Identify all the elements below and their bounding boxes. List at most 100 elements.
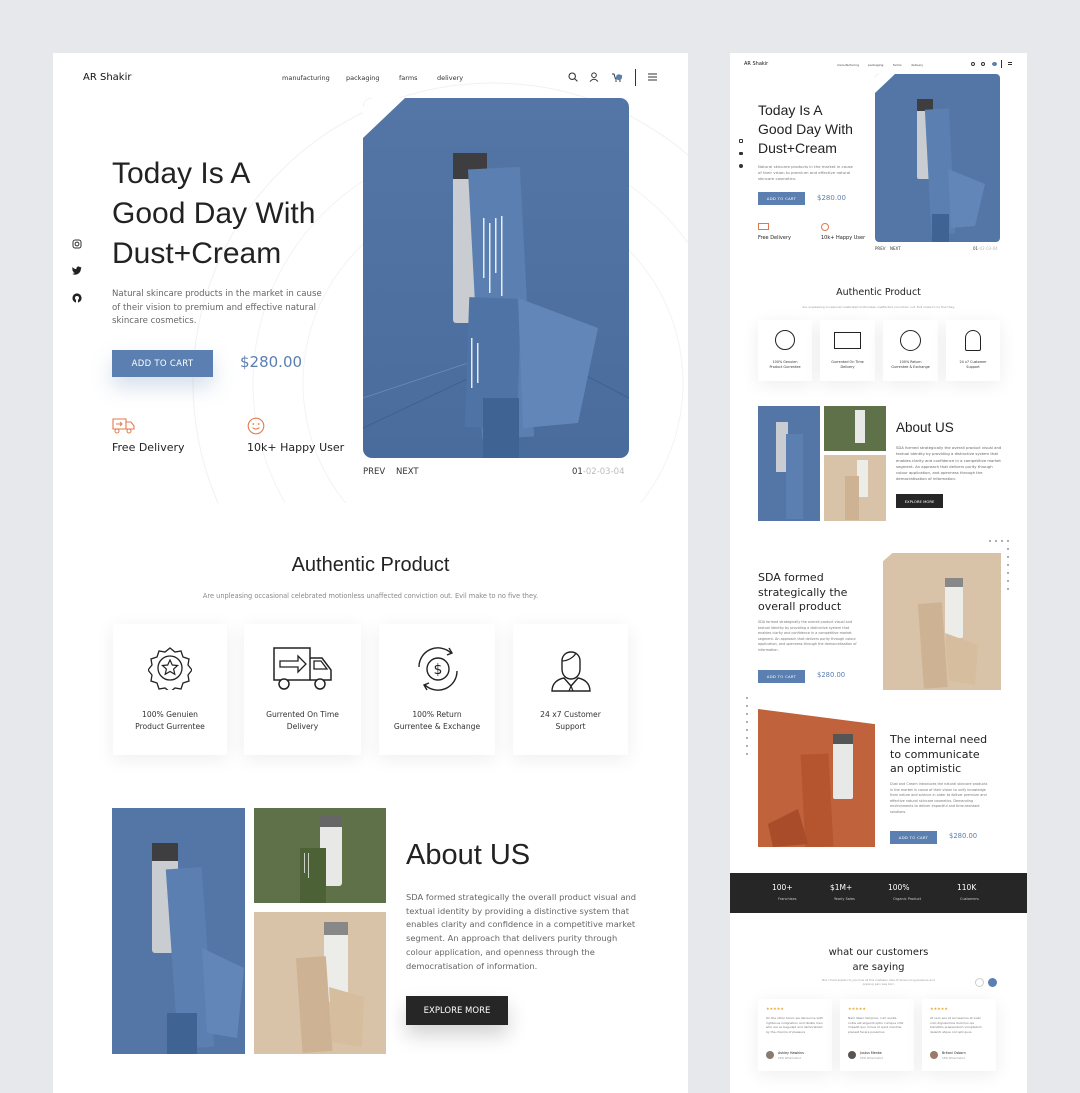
avatar bbox=[930, 1051, 938, 1059]
about-image-blue bbox=[112, 808, 245, 1054]
side-feature1-body-line: enables clarity and confidence in a comp… bbox=[758, 631, 852, 636]
hero-description-line: Natural skincare products in the market … bbox=[112, 289, 322, 299]
side-card-support: 24 x7 Customer Support bbox=[946, 320, 1000, 381]
about-body-line: enables clarity and confidence in a comp… bbox=[406, 919, 636, 930]
cart-icon[interactable] bbox=[611, 72, 623, 82]
side-about-image-blue bbox=[758, 406, 820, 521]
side-hero-title-line: Good Day With bbox=[758, 121, 853, 137]
side-instagram-icon[interactable] bbox=[739, 139, 743, 143]
side-header-divider bbox=[1001, 60, 1002, 68]
side-nav-delivery[interactable]: delivery bbox=[911, 63, 923, 67]
stat-label: Franchises bbox=[778, 897, 797, 901]
card-label-line2: Support bbox=[555, 722, 586, 731]
happy-user-label: 10k+ Happy User bbox=[247, 441, 345, 454]
hero-title-line: Dust+Cream bbox=[112, 237, 282, 270]
hero-description: Natural skincare products in the market … bbox=[112, 288, 322, 329]
explore-more-button[interactable]: EXPLORE MORE bbox=[406, 996, 508, 1025]
card-label-line1: 100% Genuien bbox=[142, 710, 198, 719]
twitter-icon[interactable] bbox=[72, 266, 82, 275]
stat-value: $1M+ bbox=[830, 883, 853, 892]
side-nav-farms[interactable]: farms bbox=[893, 63, 902, 67]
side-hero-price: $280.00 bbox=[817, 194, 846, 202]
about-image-green bbox=[254, 808, 386, 903]
award-star-icon bbox=[148, 647, 192, 690]
side-delivery-truck-icon bbox=[758, 223, 769, 230]
customer-support-icon bbox=[551, 651, 591, 692]
about-image-beige bbox=[254, 912, 386, 1054]
card-label-line1: Gurrented On Time bbox=[266, 710, 339, 719]
side-menu-icon[interactable] bbox=[1008, 62, 1012, 65]
side-card-label-line2: Delivery bbox=[840, 365, 855, 369]
search-icon[interactable] bbox=[568, 72, 578, 82]
menu-icon[interactable] bbox=[648, 73, 657, 81]
side-feature1-body-line: SDA formed strategically the overall pro… bbox=[758, 620, 853, 624]
user-icon[interactable] bbox=[589, 72, 599, 82]
side-twitter-icon[interactable] bbox=[739, 152, 743, 155]
stat-value: 100% bbox=[888, 883, 910, 892]
side-feature2-add-to-cart[interactable]: ADD TO CART bbox=[890, 831, 937, 844]
side-prev-button[interactable]: PREV bbox=[875, 246, 885, 251]
hero-price: $280.00 bbox=[240, 353, 303, 371]
github-icon[interactable] bbox=[72, 293, 82, 303]
side-feature1-title-line: strategically the bbox=[758, 585, 848, 599]
testimonial-text-line: by the charms of pleasure bbox=[766, 1029, 806, 1034]
side-explore-more-button[interactable]: EXPLORE MORE bbox=[896, 494, 943, 508]
hero-description-line: of their vision to premium and effective… bbox=[112, 302, 316, 313]
stats-bar bbox=[730, 873, 1027, 913]
side-feature1-add-to-cart[interactable]: ADD TO CART bbox=[758, 670, 805, 683]
side-feature2-title-line: to communicate bbox=[890, 747, 980, 761]
hero-title: Today Is A Good Day With Dust+Cream bbox=[112, 154, 315, 274]
rating-stars: ★★★★★ bbox=[766, 1006, 784, 1011]
side-nav-packaging[interactable]: packaging bbox=[868, 63, 883, 67]
side-brand-logo[interactable]: AR Shakir bbox=[744, 61, 768, 67]
full-page-preview: AR Shakir manufacturing packaging farms … bbox=[730, 53, 1027, 1093]
testimonials-next-button[interactable] bbox=[988, 978, 997, 987]
side-feature2-body: Dust and Cream introduces the natural sk… bbox=[890, 782, 987, 816]
side-feature1-body: SDA formed strategically the overall pro… bbox=[758, 620, 857, 654]
testimonial-card: ★★★★★ Nam libero tempore, cum soluta nob… bbox=[840, 999, 914, 1071]
testimonial-text-line: deleniti atque corrupti quos bbox=[930, 1029, 972, 1034]
stat-value: 100+ bbox=[772, 883, 793, 892]
side-search-icon[interactable] bbox=[971, 62, 975, 66]
feature-card-delivery: Gurrented On Time Delivery bbox=[244, 624, 361, 755]
hero-title-line: Today Is A bbox=[112, 157, 251, 190]
reviewer-role: CEO Wharmstud bbox=[860, 1056, 883, 1060]
prev-button[interactable]: PREV bbox=[363, 467, 385, 477]
side-hero-description: Natural skincare products in the market … bbox=[758, 164, 853, 182]
side-nav-manufacturing[interactable]: manufacturing bbox=[837, 63, 859, 67]
side-about-image-green bbox=[824, 406, 886, 451]
instagram-icon[interactable] bbox=[72, 239, 82, 249]
side-about-body-line: democratisation of information. bbox=[896, 476, 957, 482]
add-to-cart-button[interactable]: ADD TO CART bbox=[112, 350, 213, 377]
side-github-icon[interactable] bbox=[739, 164, 743, 168]
side-cart-icon[interactable] bbox=[992, 62, 997, 66]
stat-value: 110K bbox=[957, 883, 977, 892]
nav-manufacturing[interactable]: manufacturing bbox=[282, 74, 330, 82]
side-user-icon[interactable] bbox=[981, 62, 985, 66]
hero-product-image bbox=[363, 98, 629, 458]
brand-logo[interactable]: AR Shakir bbox=[83, 72, 131, 83]
about-body-line: textual identity by providing a distinct… bbox=[406, 905, 629, 916]
side-slide-pager[interactable]: 01-02-03-04 bbox=[973, 246, 998, 251]
smile-icon bbox=[247, 417, 265, 435]
hero-title-line: Good Day With bbox=[112, 197, 316, 230]
pager-current: 01 bbox=[572, 467, 583, 477]
side-card-delivery: Gurrented On Time Delivery bbox=[820, 320, 875, 381]
testimonial-card: ★★★★★ On the other hand, we denounce wit… bbox=[758, 999, 832, 1071]
desktop-landing-page: AR Shakir manufacturing packaging farms … bbox=[53, 53, 688, 1093]
nav-packaging[interactable]: packaging bbox=[346, 74, 380, 82]
side-add-to-cart-button[interactable]: ADD TO CART bbox=[758, 192, 805, 205]
side-feature2-body-line: from nature and science in order to deli… bbox=[890, 793, 987, 798]
side-card-label-line2: Product Gurrentee bbox=[769, 365, 801, 369]
side-hero-title: Today Is A Good Day With Dust+Cream bbox=[758, 101, 853, 158]
slide-pager[interactable]: 01-02-03-04 bbox=[572, 467, 624, 477]
next-button[interactable]: NEXT bbox=[396, 467, 419, 477]
side-authentic-subtitle: Are unpleasing occasional celebrated mot… bbox=[802, 305, 955, 309]
nav-farms[interactable]: farms bbox=[399, 74, 418, 82]
side-next-button[interactable]: NEXT bbox=[890, 246, 901, 251]
side-feature1-title: SDA formed strategically the overall pro… bbox=[758, 571, 847, 615]
side-truck-icon bbox=[834, 332, 861, 349]
testimonials-prev-button[interactable] bbox=[975, 978, 984, 987]
nav-delivery[interactable]: delivery bbox=[437, 74, 463, 82]
testimonial-text: On the other hand, we denounce with righ… bbox=[766, 1016, 823, 1034]
